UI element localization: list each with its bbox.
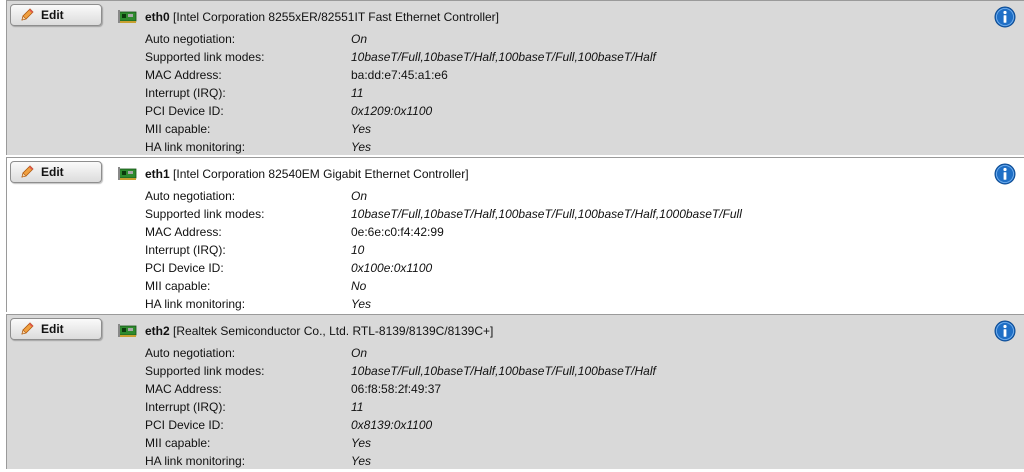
network-card-icon xyxy=(118,10,137,23)
interface-title: eth2 [Realtek Semiconductor Co., Ltd. RT… xyxy=(145,324,493,338)
prop-value: On xyxy=(351,32,368,46)
interface-title: eth1 [Intel Corporation 82540EM Gigabit … xyxy=(145,167,469,181)
edit-button-label: Edit xyxy=(41,8,64,22)
prop-label: PCI Device ID: xyxy=(145,261,224,275)
prop-label: MAC Address: xyxy=(145,382,222,396)
prop-label: Interrupt (IRQ): xyxy=(145,86,226,100)
prop-label: MII capable: xyxy=(145,122,211,136)
prop-label: Auto negotiation: xyxy=(145,346,236,360)
prop-value: On xyxy=(351,189,368,203)
prop-value: 0x8139:0x1100 xyxy=(351,418,433,432)
interface-row-eth1: Edit eth1 [Intel Corporation 82540EM Gig… xyxy=(6,157,1024,312)
prop-value: Yes xyxy=(351,122,372,136)
prop-label: MII capable: xyxy=(145,436,211,450)
prop-label: Auto negotiation: xyxy=(145,189,236,203)
prop-value: 06:f8:58:2f:49:37 xyxy=(351,382,442,396)
prop-value: 10baseT/Full,10baseT/Half,100baseT/Full,… xyxy=(351,207,742,221)
edit-button[interactable]: Edit xyxy=(10,318,102,340)
prop-value: 10 xyxy=(351,243,365,257)
network-card-icon xyxy=(118,167,137,180)
prop-value: Yes xyxy=(351,436,372,450)
prop-value: 11 xyxy=(351,86,364,100)
prop-label: HA link monitoring: xyxy=(145,454,246,468)
interface-description: [Intel Corporation 8255xER/82551IT Fast … xyxy=(173,10,499,24)
prop-label: Interrupt (IRQ): xyxy=(145,243,226,257)
prop-label: Supported link modes: xyxy=(145,207,265,221)
info-icon[interactable] xyxy=(994,163,1016,185)
network-card-icon xyxy=(118,324,137,337)
prop-label: Supported link modes: xyxy=(145,364,265,378)
prop-value: ba:dd:e7:45:a1:e6 xyxy=(351,68,448,82)
prop-label: Supported link modes: xyxy=(145,50,265,64)
prop-label: MAC Address: xyxy=(145,225,222,239)
interface-description: [Realtek Semiconductor Co., Ltd. RTL-813… xyxy=(173,324,494,338)
prop-value: Yes xyxy=(351,454,372,468)
edit-button-label: Edit xyxy=(41,165,64,179)
interface-row-eth2: Edit eth2 [Realtek Semiconductor Co., Lt… xyxy=(6,314,1024,469)
interface-row-eth0: Edit eth0 [Intel Corporation 8255xER/825… xyxy=(6,0,1024,155)
pencil-icon xyxy=(21,322,34,335)
prop-value: Yes xyxy=(351,140,372,154)
info-icon[interactable] xyxy=(994,320,1016,342)
edit-button[interactable]: Edit xyxy=(10,161,102,183)
edit-button[interactable]: Edit xyxy=(10,4,102,26)
prop-label: HA link monitoring: xyxy=(145,297,246,311)
interface-description: [Intel Corporation 82540EM Gigabit Ether… xyxy=(173,167,469,181)
interface-name: eth1 xyxy=(145,167,170,181)
pencil-icon xyxy=(21,8,34,21)
prop-value: No xyxy=(351,279,367,293)
prop-value: On xyxy=(351,346,368,360)
prop-value: 0e:6e:c0:f4:42:99 xyxy=(351,225,444,239)
prop-value: 10baseT/Full,10baseT/Half,100baseT/Full,… xyxy=(351,50,656,64)
prop-value: 10baseT/Full,10baseT/Half,100baseT/Full,… xyxy=(351,364,656,378)
prop-label: PCI Device ID: xyxy=(145,104,224,118)
prop-value: 11 xyxy=(351,400,364,414)
interface-name: eth2 xyxy=(145,324,170,338)
pencil-icon xyxy=(21,165,34,178)
prop-value: 0x100e:0x1100 xyxy=(351,261,433,275)
prop-label: MII capable: xyxy=(145,279,211,293)
info-icon[interactable] xyxy=(994,6,1016,28)
prop-label: MAC Address: xyxy=(145,68,222,82)
prop-value: 0x1209:0x1100 xyxy=(351,104,433,118)
edit-button-label: Edit xyxy=(41,322,64,336)
prop-label: HA link monitoring: xyxy=(145,140,246,154)
prop-label: Interrupt (IRQ): xyxy=(145,400,226,414)
interface-name: eth0 xyxy=(145,10,170,24)
interface-title: eth0 [Intel Corporation 8255xER/82551IT … xyxy=(145,10,499,24)
prop-value: Yes xyxy=(351,297,372,311)
prop-label: PCI Device ID: xyxy=(145,418,224,432)
prop-label: Auto negotiation: xyxy=(145,32,236,46)
